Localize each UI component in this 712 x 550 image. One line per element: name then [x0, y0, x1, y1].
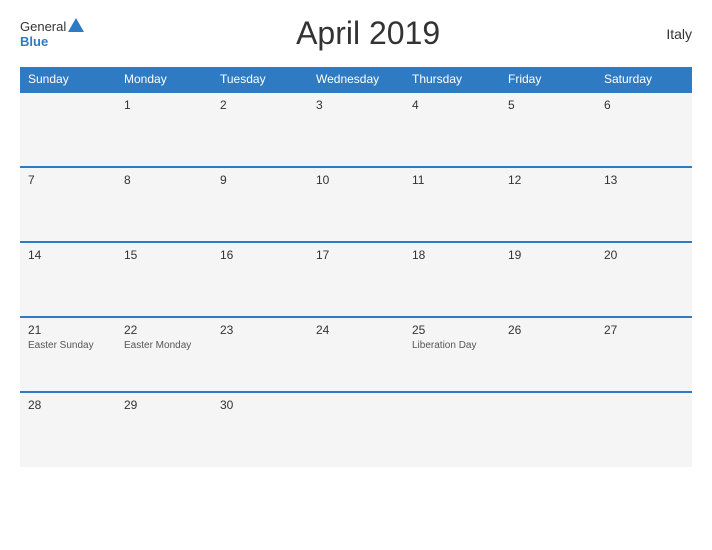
- logo-general: General: [20, 19, 66, 34]
- table-row: 30: [212, 392, 308, 467]
- day-number: 23: [220, 323, 300, 337]
- day-number: 9: [220, 173, 300, 187]
- day-number: 16: [220, 248, 300, 262]
- table-row: 15: [116, 242, 212, 317]
- header: General Blue April 2019 Italy: [20, 15, 692, 52]
- day-number: 29: [124, 398, 204, 412]
- logo-triangle-icon: [68, 18, 84, 32]
- logo-blue: Blue: [20, 34, 48, 49]
- col-friday: Friday: [500, 67, 596, 92]
- holiday-label: Liberation Day: [412, 339, 492, 352]
- day-number: 12: [508, 173, 588, 187]
- day-number: 7: [28, 173, 108, 187]
- day-number: 8: [124, 173, 204, 187]
- day-number: 4: [412, 98, 492, 112]
- day-number: 22: [124, 323, 204, 337]
- day-number: 14: [28, 248, 108, 262]
- table-row: 7: [20, 167, 116, 242]
- table-row: 18: [404, 242, 500, 317]
- day-number: 10: [316, 173, 396, 187]
- table-row: 25 Liberation Day: [404, 317, 500, 392]
- col-sunday: Sunday: [20, 67, 116, 92]
- day-number: 30: [220, 398, 300, 412]
- day-number: 28: [28, 398, 108, 412]
- table-row: 20: [596, 242, 692, 317]
- table-row: 17: [308, 242, 404, 317]
- table-row: 10: [308, 167, 404, 242]
- day-number: 27: [604, 323, 684, 337]
- day-number: 3: [316, 98, 396, 112]
- table-row: 21 Easter Sunday: [20, 317, 116, 392]
- col-wednesday: Wednesday: [308, 67, 404, 92]
- table-row: 12: [500, 167, 596, 242]
- calendar-week-row: 14 15 16 17 18 19 20: [20, 242, 692, 317]
- table-row: [308, 392, 404, 467]
- calendar-week-row: 21 Easter Sunday 22 Easter Monday 23 24 25 Libe…: [20, 317, 692, 392]
- table-row: 26: [500, 317, 596, 392]
- table-row: 9: [212, 167, 308, 242]
- day-number: 25: [412, 323, 492, 337]
- col-tuesday: Tuesday: [212, 67, 308, 92]
- day-number: 5: [508, 98, 588, 112]
- table-row: 11: [404, 167, 500, 242]
- calendar-table: Sunday Monday Tuesday Wednesday Thursday…: [20, 67, 692, 467]
- day-number: 6: [604, 98, 684, 112]
- weekday-header-row: Sunday Monday Tuesday Wednesday Thursday…: [20, 67, 692, 92]
- day-number: 13: [604, 173, 684, 187]
- day-number: 15: [124, 248, 204, 262]
- table-row: 16: [212, 242, 308, 317]
- table-row: 4: [404, 92, 500, 167]
- table-row: 8: [116, 167, 212, 242]
- table-row: 1: [116, 92, 212, 167]
- holiday-label: Easter Sunday: [28, 339, 108, 352]
- table-row: 6: [596, 92, 692, 167]
- table-row: 13: [596, 167, 692, 242]
- day-number: 24: [316, 323, 396, 337]
- table-row: 2: [212, 92, 308, 167]
- day-number: 17: [316, 248, 396, 262]
- table-row: 22 Easter Monday: [116, 317, 212, 392]
- col-monday: Monday: [116, 67, 212, 92]
- table-row: 19: [500, 242, 596, 317]
- day-number: 26: [508, 323, 588, 337]
- table-row: 29: [116, 392, 212, 467]
- calendar-week-row: 7 8 9 10 11 12 13: [20, 167, 692, 242]
- country-label: Italy: [652, 26, 692, 42]
- day-number: 18: [412, 248, 492, 262]
- table-row: 28: [20, 392, 116, 467]
- table-row: 23: [212, 317, 308, 392]
- day-number: 2: [220, 98, 300, 112]
- col-thursday: Thursday: [404, 67, 500, 92]
- day-number: 20: [604, 248, 684, 262]
- day-number: 21: [28, 323, 108, 337]
- day-number: 1: [124, 98, 204, 112]
- table-row: 27: [596, 317, 692, 392]
- col-saturday: Saturday: [596, 67, 692, 92]
- day-number: 19: [508, 248, 588, 262]
- table-row: 24: [308, 317, 404, 392]
- table-row: 14: [20, 242, 116, 317]
- logo: General Blue: [20, 18, 84, 49]
- table-row: [500, 392, 596, 467]
- table-row: [20, 92, 116, 167]
- table-row: [404, 392, 500, 467]
- month-title: April 2019: [84, 15, 652, 52]
- table-row: 5: [500, 92, 596, 167]
- calendar-week-row: 1 2 3 4 5 6: [20, 92, 692, 167]
- calendar-week-row: 28 29 30: [20, 392, 692, 467]
- table-row: 3: [308, 92, 404, 167]
- table-row: [596, 392, 692, 467]
- day-number: 11: [412, 173, 492, 187]
- holiday-label: Easter Monday: [124, 339, 204, 352]
- calendar-container: General Blue April 2019 Italy Sunday Mon…: [0, 0, 712, 550]
